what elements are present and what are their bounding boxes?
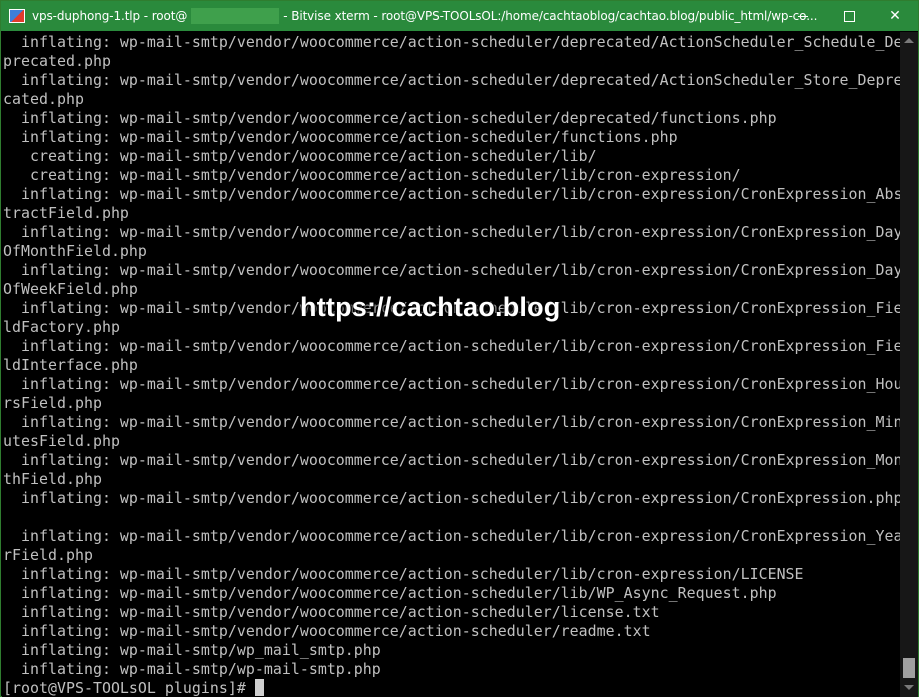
window-title-suffix: - Bitvise xterm - root@VPS-TOOLsOL:/home… — [283, 9, 818, 23]
terminal-line: inflating: wp-mail-smtp/vendor/woocommer… — [3, 261, 900, 279]
terminal-line: inflating: wp-mail-smtp/vendor/woocommer… — [3, 413, 900, 431]
terminal-line: OfMonthField.php — [3, 242, 147, 260]
watermark-text: https://cachtao.blog — [300, 292, 561, 322]
terminal-line: inflating: wp-mail-smtp/vendor/woocommer… — [3, 527, 900, 545]
scroll-down-arrow-icon[interactable] — [904, 685, 914, 690]
minimize-icon — [798, 15, 808, 17]
bitvise-app-icon[interactable] — [9, 9, 25, 23]
terminal-line: OfWeekField.php — [3, 280, 138, 298]
terminal-line: inflating: wp-mail-smtp/vendor/woocommer… — [3, 337, 900, 355]
terminal-line: rField.php — [3, 546, 93, 564]
terminal-line: inflating: wp-mail-smtp/wp_mail_smtp.php — [3, 641, 381, 659]
redacted-hostname — [191, 8, 280, 24]
vertical-scrollbar[interactable] — [900, 32, 918, 697]
terminal-line: inflating: wp-mail-smtp/vendor/woocommer… — [3, 71, 900, 89]
terminal-line: precated.php — [3, 52, 111, 70]
terminal-line: cated.php — [3, 90, 84, 108]
terminal-line: inflating: wp-mail-smtp/vendor/woocommer… — [3, 565, 804, 583]
terminal-line: tractField.php — [3, 204, 129, 222]
terminal-line: rsField.php — [3, 394, 102, 412]
terminal-line: inflating: wp-mail-smtp/vendor/woocommer… — [3, 451, 900, 469]
maximize-icon — [843, 10, 855, 22]
text-cursor — [254, 679, 264, 696]
terminal-line: utesField.php — [3, 432, 120, 450]
window-title: vps-duphong-1.tlp - root@ - Bitvise xter… — [32, 8, 817, 24]
window-title-prefix: vps-duphong-1.tlp - root@ — [32, 9, 188, 23]
terminal-line: inflating: wp-mail-smtp/wp-mail-smtp.php — [3, 660, 381, 678]
shell-prompt-text: [root@VPS-TOOLsOL plugins]# — [3, 679, 255, 697]
terminal-line: inflating: wp-mail-smtp/vendor/woocommer… — [3, 584, 777, 602]
terminal-window: vps-duphong-1.tlp - root@ - Bitvise xter… — [0, 0, 919, 697]
terminal-line: inflating: wp-mail-smtp/vendor/woocommer… — [3, 33, 900, 51]
terminal-line: ldInterface.php — [3, 356, 138, 374]
title-bar[interactable]: vps-duphong-1.tlp - root@ - Bitvise xter… — [1, 1, 918, 31]
terminal-line: thField.php — [3, 470, 102, 488]
terminal-line: ldFactory.php — [3, 318, 120, 336]
terminal-line: inflating: wp-mail-smtp/vendor/woocommer… — [3, 489, 900, 507]
terminal-line: inflating: wp-mail-smtp/vendor/woocommer… — [3, 603, 660, 621]
minimize-button[interactable] — [780, 1, 826, 31]
close-button[interactable]: ✕ — [872, 1, 918, 31]
close-icon: ✕ — [889, 8, 901, 24]
scroll-up-arrow-icon[interactable] — [904, 38, 914, 43]
terminal-output[interactable]: inflating: wp-mail-smtp/vendor/woocommer… — [2, 32, 900, 697]
terminal-line: inflating: wp-mail-smtp/vendor/woocommer… — [3, 128, 678, 146]
terminal-line: inflating: wp-mail-smtp/vendor/woocommer… — [3, 109, 777, 127]
terminal-line: inflating: wp-mail-smtp/vendor/woocommer… — [3, 375, 900, 393]
shell-prompt[interactable]: [root@VPS-TOOLsOL plugins]# — [3, 679, 264, 697]
terminal-line: creating: wp-mail-smtp/vendor/woocommerc… — [3, 147, 597, 165]
terminal-line: inflating: wp-mail-smtp/vendor/woocommer… — [3, 185, 900, 203]
terminal-line: creating: wp-mail-smtp/vendor/woocommerc… — [3, 166, 741, 184]
maximize-button[interactable] — [826, 1, 872, 31]
terminal-line: inflating: wp-mail-smtp/vendor/woocommer… — [3, 223, 900, 241]
terminal-line: inflating: wp-mail-smtp/vendor/woocommer… — [3, 622, 651, 640]
scrollbar-thumb[interactable] — [903, 658, 915, 678]
